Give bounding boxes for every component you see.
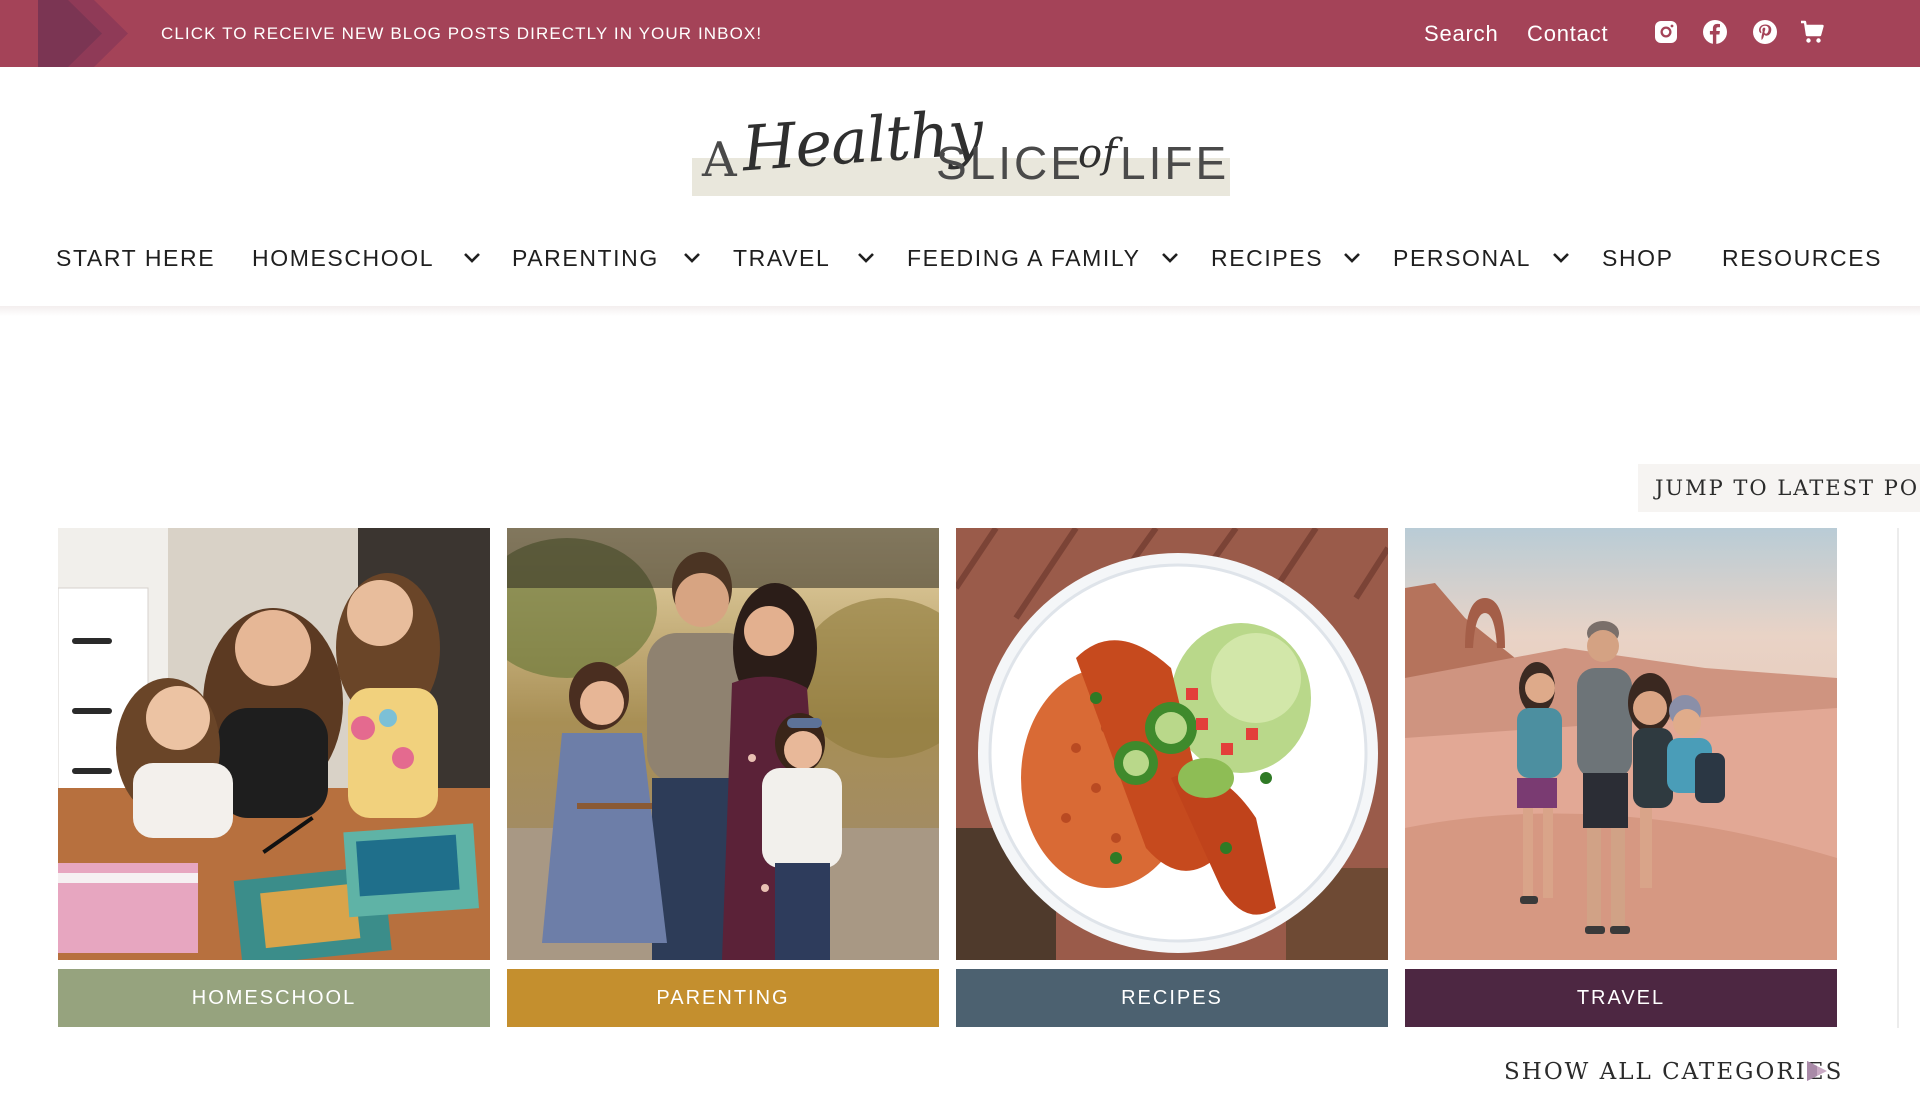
- nav-item-feeding-a-family[interactable]: FEEDING A FAMILY: [907, 234, 1141, 282]
- site-logo[interactable]: A Healthy SLICE of LIFE: [690, 96, 1230, 216]
- promo-arrow-icon: [38, 0, 128, 67]
- contact-link[interactable]: Contact: [1527, 0, 1608, 67]
- category-label-travel[interactable]: TRAVEL: [1405, 969, 1837, 1027]
- logo-word-slice: SLICE: [936, 137, 1084, 189]
- category-card-recipes[interactable]: RECIPES: [956, 528, 1388, 1027]
- nav-item-personal[interactable]: PERSONAL: [1393, 234, 1531, 282]
- chevron-down-icon[interactable]: [681, 246, 703, 268]
- chevron-down-icon[interactable]: [461, 246, 483, 268]
- parenting-photo[interactable]: [507, 528, 939, 960]
- nav-item-parenting[interactable]: PARENTING: [512, 234, 659, 282]
- cart-icon[interactable]: [1799, 19, 1825, 45]
- nav-item-recipes[interactable]: RECIPES: [1211, 234, 1323, 282]
- jump-to-latest-post-tab[interactable]: JUMP TO LATEST POST: [1638, 464, 1920, 512]
- nav-item-start-here[interactable]: START HERE: [56, 234, 215, 282]
- newsletter-promo-link[interactable]: CLICK TO RECEIVE NEW BLOG POSTS DIRECTLY…: [161, 0, 762, 67]
- chevron-down-icon[interactable]: [1550, 246, 1572, 268]
- category-card-parenting[interactable]: PARENTING: [507, 528, 939, 1027]
- category-label-recipes[interactable]: RECIPES: [956, 969, 1388, 1027]
- chevron-down-icon[interactable]: [1159, 246, 1181, 268]
- main-navigation: START HERE HOMESCHOOL PARENTING TRAVEL F…: [0, 234, 1920, 282]
- side-rail-divider: [1897, 528, 1899, 1028]
- show-all-categories-link[interactable]: SHOW ALL CATEGORIES: [1504, 1053, 1843, 1091]
- category-label-homeschool[interactable]: HOMESCHOOL: [58, 969, 490, 1027]
- nav-item-homeschool[interactable]: HOMESCHOOL: [252, 234, 434, 282]
- top-promo-bar: CLICK TO RECEIVE NEW BLOG POSTS DIRECTLY…: [0, 0, 1920, 67]
- facebook-icon[interactable]: [1702, 19, 1728, 45]
- travel-photo[interactable]: [1405, 528, 1837, 960]
- category-label-parenting[interactable]: PARENTING: [507, 969, 939, 1027]
- homeschool-photo[interactable]: [58, 528, 490, 960]
- category-card-travel[interactable]: TRAVEL: [1405, 528, 1837, 1027]
- search-link[interactable]: Search: [1424, 0, 1499, 67]
- instagram-icon[interactable]: [1653, 19, 1679, 45]
- nav-item-shop[interactable]: SHOP: [1602, 234, 1674, 282]
- logo-word-life: LIFE: [1120, 137, 1230, 189]
- chevron-down-icon[interactable]: [1341, 246, 1363, 268]
- nav-item-resources[interactable]: RESOURCES: [1722, 234, 1882, 282]
- arrow-right-icon[interactable]: [1805, 1059, 1829, 1083]
- category-card-homeschool[interactable]: HOMESCHOOL: [58, 528, 490, 1027]
- header-divider: [0, 306, 1920, 316]
- nav-item-travel[interactable]: TRAVEL: [733, 234, 830, 282]
- chevron-down-icon[interactable]: [855, 246, 877, 268]
- recipes-photo[interactable]: [956, 528, 1388, 960]
- logo-word-a: A: [702, 132, 739, 188]
- pinterest-icon[interactable]: [1752, 19, 1778, 45]
- logo-word-of: of: [1078, 131, 1117, 177]
